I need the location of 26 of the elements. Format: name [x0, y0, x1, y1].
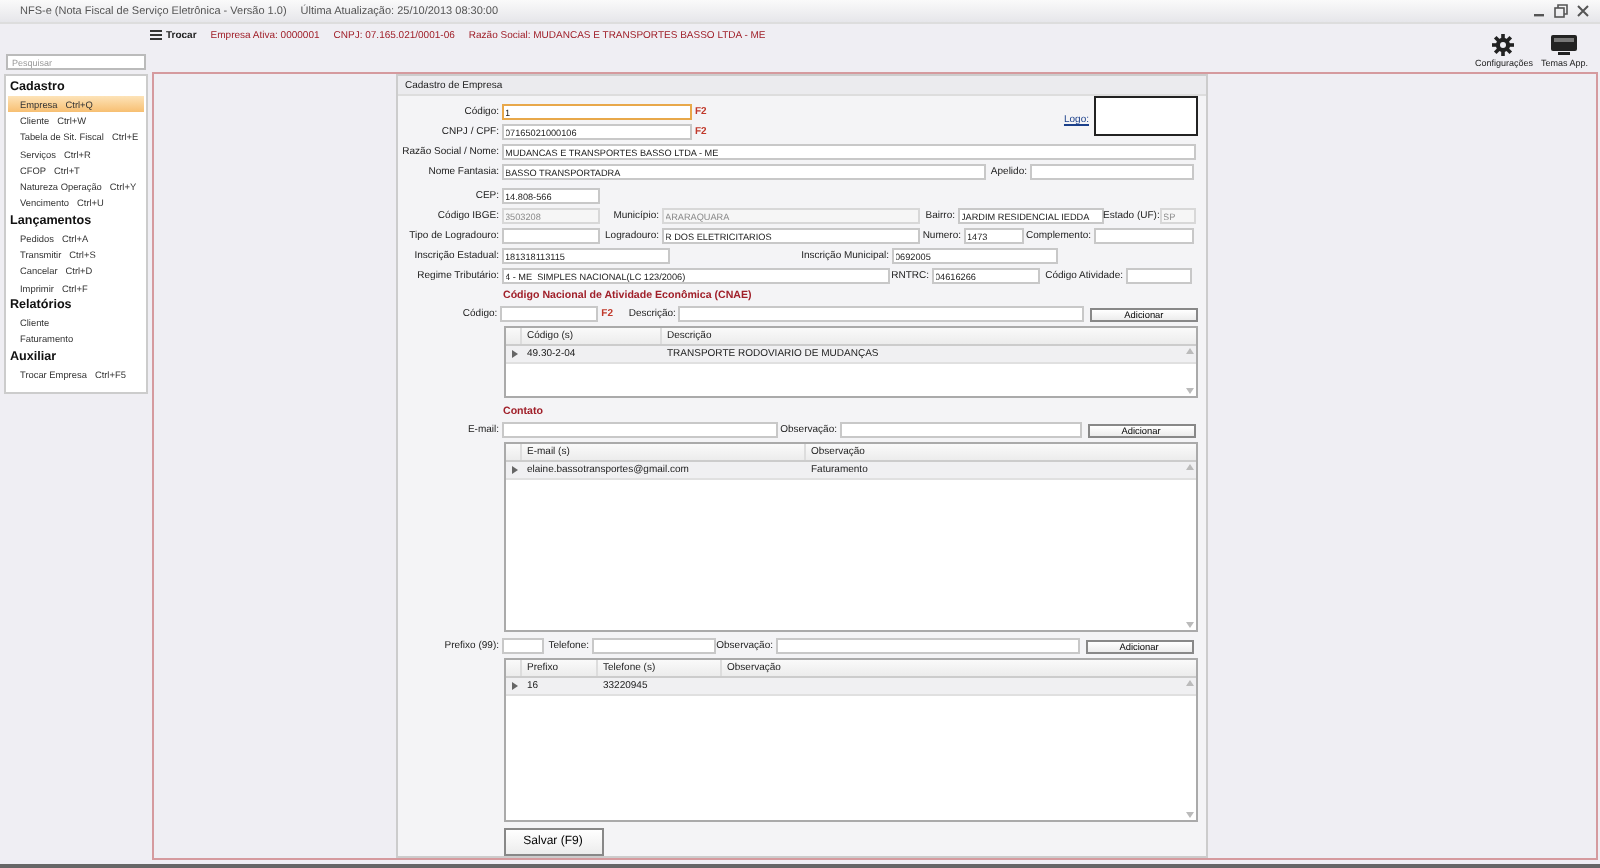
- text-field[interactable]: [591, 638, 715, 654]
- text-field[interactable]: [499, 306, 598, 322]
- row-pointer-icon: [509, 350, 519, 358]
- scrollbar[interactable]: [1183, 346, 1195, 396]
- menu-icon[interactable]: [150, 30, 162, 40]
- logo-box: [1093, 96, 1197, 136]
- text-field[interactable]: [839, 422, 1081, 438]
- text-field[interactable]: [1125, 268, 1191, 284]
- scroll-down-icon[interactable]: [1185, 388, 1193, 394]
- settings-icon[interactable]: [1490, 34, 1517, 56]
- scroll-down-icon[interactable]: [1185, 812, 1193, 818]
- scrollbar[interactable]: [1183, 678, 1195, 820]
- scroll-down-icon[interactable]: [1185, 622, 1193, 628]
- row-pointer-icon: [509, 682, 519, 690]
- text-field[interactable]: [501, 638, 543, 654]
- monitor-icon[interactable]: [1550, 34, 1579, 56]
- text-field[interactable]: [775, 638, 1079, 654]
- text-field[interactable]: [677, 306, 1085, 322]
- text-field[interactable]: [1093, 228, 1193, 244]
- text-field[interactable]: [1029, 164, 1193, 180]
- text-field[interactable]: [501, 422, 777, 438]
- row-pointer-icon: [509, 466, 519, 474]
- scrollbar[interactable]: [1183, 462, 1195, 630]
- restore-icon[interactable]: [1554, 4, 1568, 18]
- text-field[interactable]: [501, 228, 599, 244]
- close-icon[interactable]: [1576, 4, 1590, 18]
